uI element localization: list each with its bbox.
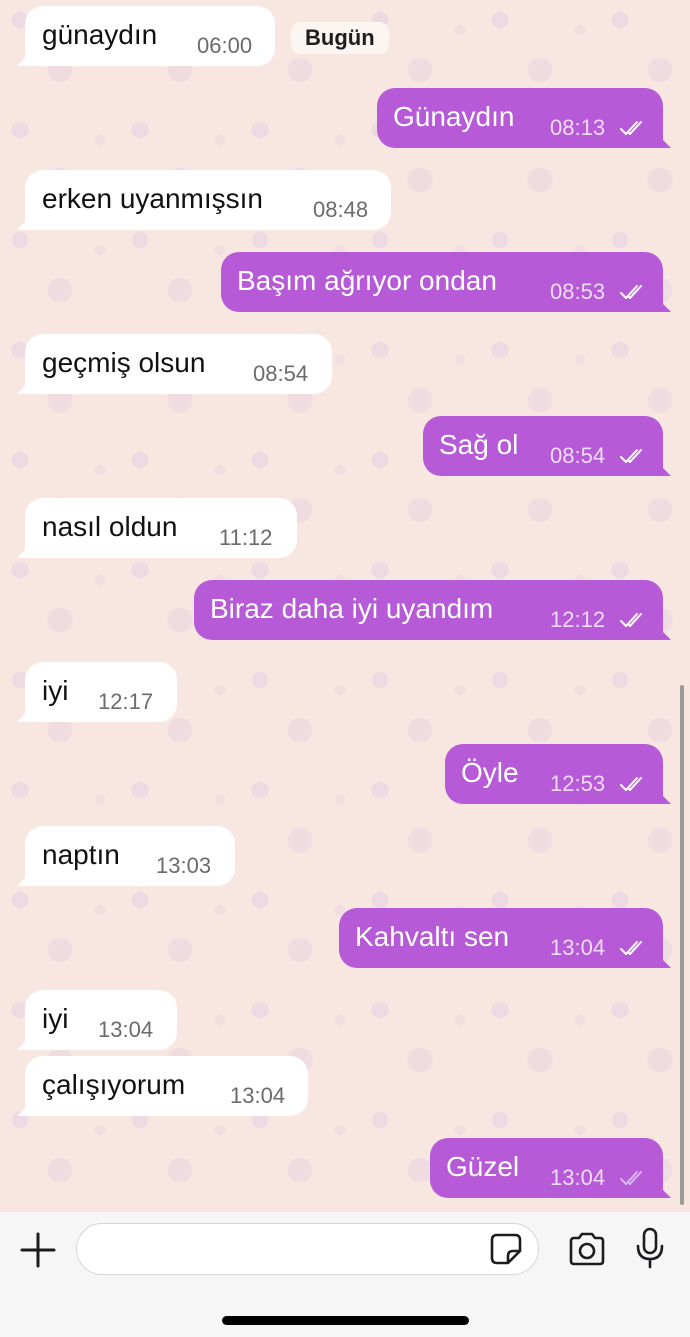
message-text: çalışıyorum [42, 1069, 186, 1100]
message-input[interactable] [76, 1223, 539, 1275]
message-time: 08:54 [253, 361, 309, 386]
scrollbar[interactable] [680, 685, 684, 1205]
message-time: 12:12 [550, 607, 606, 632]
message-time: 12:53 [550, 771, 606, 796]
message-text: Biraz daha iyi uyandım [210, 593, 494, 624]
message-time: 08:48 [313, 197, 369, 222]
message-text: Kahvaltı sen [355, 921, 510, 952]
message-text: iyi [42, 675, 69, 706]
message-time: 13:04 [550, 935, 606, 960]
message-time: 13:04 [230, 1083, 286, 1108]
message-incoming[interactable]: naptın 13:03 [25, 826, 235, 886]
message-outgoing[interactable]: Kahvaltı sen 13:04 [339, 908, 663, 968]
message-time: 13:04 [98, 1017, 154, 1042]
message-time: 08:54 [550, 443, 606, 468]
message-incoming[interactable]: erken uyanmışsın 08:48 [25, 170, 391, 230]
read-ticks-icon [620, 613, 642, 627]
read-ticks-icon [620, 777, 642, 791]
message-outgoing[interactable]: Güzel 13:04 [430, 1138, 663, 1198]
sticker-icon[interactable] [489, 1232, 523, 1266]
microphone-icon[interactable] [634, 1226, 666, 1270]
message-incoming[interactable]: iyi 12:17 [25, 662, 177, 722]
chat-area[interactable]: günaydın 06:00 Bugün Günaydın 08:13 erke… [0, 0, 690, 1212]
plus-icon[interactable] [18, 1230, 58, 1270]
message-text: Öyle [461, 757, 519, 788]
message-text: Başım ağrıyor ondan [237, 265, 497, 296]
message-text: günaydın [42, 19, 158, 50]
message-outgoing[interactable]: Sağ ol 08:54 [423, 416, 663, 476]
message-incoming[interactable]: çalışıyorum 13:04 [25, 1056, 308, 1116]
message-outgoing[interactable]: Biraz daha iyi uyandım 12:12 [194, 580, 663, 640]
message-text: naptın [42, 839, 120, 870]
read-ticks-icon [620, 285, 642, 299]
message-text: Güzel [446, 1151, 520, 1182]
message-text: nasıl oldun [42, 511, 178, 542]
message-text: erken uyanmışsın [42, 183, 263, 214]
message-incoming[interactable]: günaydın 06:00 [25, 6, 275, 66]
message-time: 12:17 [98, 689, 154, 714]
read-ticks-icon [620, 941, 642, 955]
message-time: 13:03 [156, 853, 212, 878]
message-incoming[interactable]: nasıl oldun 11:12 [25, 498, 297, 558]
read-ticks-icon [620, 449, 642, 463]
date-label: Bugün [291, 22, 389, 54]
message-time: 08:13 [550, 115, 606, 140]
message-time: 11:12 [219, 525, 273, 550]
message-text: iyi [42, 1003, 69, 1034]
message-outgoing[interactable]: Başım ağrıyor ondan 08:53 [221, 252, 663, 312]
message-outgoing[interactable]: Öyle 12:53 [445, 744, 663, 804]
message-time: 06:00 [197, 33, 253, 58]
message-time: 13:04 [550, 1165, 606, 1190]
message-incoming[interactable]: geçmiş olsun 08:54 [25, 334, 332, 394]
unread-ticks-icon [620, 1171, 642, 1185]
message-text: Sağ ol [439, 429, 519, 460]
message-text: geçmiş olsun [42, 347, 206, 378]
read-ticks-icon [620, 121, 642, 135]
message-text: Günaydın [393, 101, 515, 132]
message-outgoing[interactable]: Günaydın 08:13 [377, 88, 663, 148]
message-time: 08:53 [550, 279, 606, 304]
message-incoming[interactable]: iyi 13:04 [25, 990, 177, 1050]
camera-icon[interactable] [567, 1232, 607, 1266]
home-indicator[interactable] [222, 1316, 469, 1325]
